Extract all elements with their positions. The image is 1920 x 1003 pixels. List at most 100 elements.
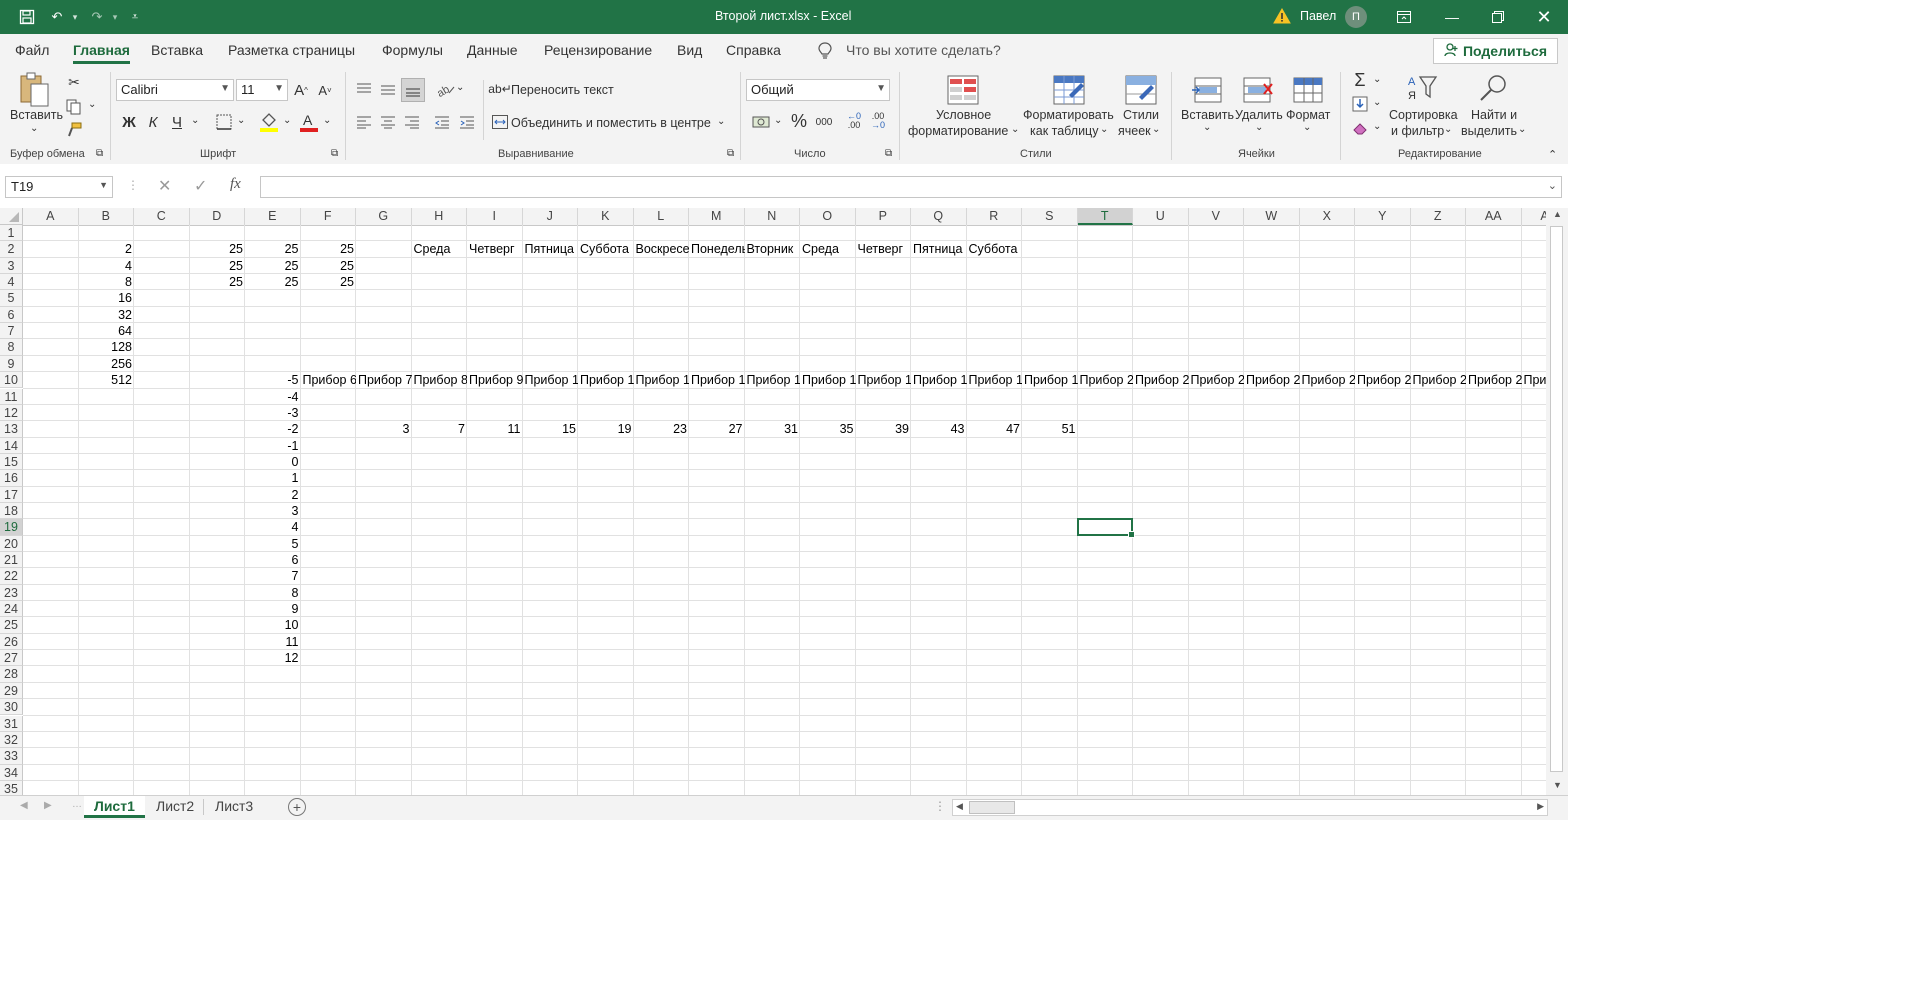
font-color-icon[interactable]: A xyxy=(298,110,320,134)
column-header-E[interactable]: E xyxy=(245,208,301,225)
cell-E18[interactable]: 3 xyxy=(245,503,301,519)
tab-split-handle[interactable]: ⋮ xyxy=(934,799,946,813)
decrease-font-icon[interactable]: A ˅ xyxy=(316,80,334,100)
row-header-19[interactable]: 19 xyxy=(0,519,23,536)
sheet-tab-2[interactable]: Лист2 xyxy=(146,796,204,818)
row-header-35[interactable]: 35 xyxy=(0,780,23,795)
autosum-dropdown-icon[interactable]: ⌄ xyxy=(1373,74,1381,85)
orientation-dropdown-icon[interactable]: ⌄ xyxy=(456,82,464,93)
column-header-J[interactable]: J xyxy=(523,208,578,225)
fill-color-dropdown-icon[interactable]: ⌄ xyxy=(283,115,291,126)
italic-button[interactable]: К xyxy=(144,112,162,132)
cell-S13[interactable]: 51 xyxy=(1022,421,1078,437)
cell-F2[interactable]: 25 xyxy=(301,241,357,257)
row-header-13[interactable]: 13 xyxy=(0,421,23,438)
align-right-icon[interactable] xyxy=(402,112,422,132)
cell-T10[interactable]: Прибор 20 xyxy=(1078,372,1134,388)
cell-E4[interactable]: 25 xyxy=(245,274,301,290)
increase-font-icon[interactable]: A ^ xyxy=(292,80,310,100)
tab-page-layout[interactable]: Разметка страницы xyxy=(228,42,355,58)
cell-P2[interactable]: Четверг xyxy=(856,241,912,257)
cell-M13[interactable]: 27 xyxy=(689,421,745,437)
cell-AA10[interactable]: Прибор 27 xyxy=(1466,372,1522,388)
fill-dropdown-icon[interactable]: ⌄ xyxy=(1373,97,1381,108)
cell-B3[interactable]: 4 xyxy=(79,258,135,274)
chevron-down-icon[interactable]: ⌄ xyxy=(1444,124,1452,135)
cell-I13[interactable]: 11 xyxy=(467,421,523,437)
cell-Q13[interactable]: 43 xyxy=(911,421,967,437)
cell-Y10[interactable]: Прибор 25 xyxy=(1355,372,1411,388)
cell-F10[interactable]: Прибор 6 xyxy=(301,372,357,388)
column-header-C[interactable]: C xyxy=(134,208,190,225)
row-header-12[interactable]: 12 xyxy=(0,404,23,422)
minimize-icon[interactable]: — xyxy=(1429,0,1475,34)
cell-E26[interactable]: 11 xyxy=(245,634,301,650)
formula-bar-resize-handle[interactable]: ⋮ xyxy=(127,178,139,192)
collapse-ribbon-icon[interactable]: ⌃ xyxy=(1548,148,1557,161)
format-cells-label[interactable]: Формат xyxy=(1286,108,1330,122)
tab-view[interactable]: Вид xyxy=(677,42,702,58)
confirm-entry-icon[interactable]: ✓ xyxy=(194,176,207,196)
cell-W10[interactable]: Прибор 23 xyxy=(1244,372,1300,388)
bold-button[interactable]: Ж xyxy=(120,112,138,132)
font-name-combo[interactable]: Calibri ▼ xyxy=(116,79,234,101)
column-header-G[interactable]: G xyxy=(356,208,412,225)
cell-S10[interactable]: Прибор 19 xyxy=(1022,372,1078,388)
chevron-down-icon[interactable]: ⌄ xyxy=(1303,122,1311,133)
cell-styles-label-2[interactable]: ячеек xyxy=(1118,124,1151,138)
insert-cells-label[interactable]: Вставить xyxy=(1181,108,1234,122)
cell-R13[interactable]: 47 xyxy=(967,421,1023,437)
align-bottom-icon[interactable] xyxy=(401,78,425,102)
cell-B5[interactable]: 16 xyxy=(79,290,135,306)
align-left-icon[interactable] xyxy=(354,112,374,132)
cell-E15[interactable]: 0 xyxy=(245,454,301,470)
comma-style-button[interactable]: 000 xyxy=(813,112,835,132)
next-sheet-icon[interactable]: ▶ xyxy=(44,800,52,811)
chevron-down-icon[interactable]: ⌄ xyxy=(1255,122,1263,133)
column-header-K[interactable]: K xyxy=(578,208,634,225)
row-header-14[interactable]: 14 xyxy=(0,437,23,454)
user-name[interactable]: Павел xyxy=(1300,9,1336,23)
row-header-34[interactable]: 34 xyxy=(0,764,23,781)
merge-center-icon[interactable] xyxy=(492,113,508,131)
cell-H2[interactable]: Среда xyxy=(412,241,468,257)
cell-E17[interactable]: 2 xyxy=(245,487,301,503)
number-launcher-icon[interactable]: ⧉ xyxy=(885,148,892,159)
column-header-X[interactable]: X xyxy=(1300,208,1355,225)
format-as-table-label[interactable]: Форматировать xyxy=(1023,108,1114,122)
tab-file[interactable]: Файл xyxy=(15,42,49,58)
avatar[interactable]: П xyxy=(1345,6,1367,28)
tab-review[interactable]: Рецензирование xyxy=(544,42,652,58)
column-header-L[interactable]: L xyxy=(634,208,689,225)
cell-O10[interactable]: Прибор 15 xyxy=(800,372,856,388)
share-button[interactable]: Поделиться xyxy=(1432,38,1558,64)
cell-L10[interactable]: Прибор 12 xyxy=(634,372,690,388)
cell-E14[interactable]: -1 xyxy=(245,438,301,454)
cell-styles-label[interactable]: Стили xyxy=(1123,108,1159,122)
insert-cells-icon[interactable] xyxy=(1190,74,1224,106)
tab-home[interactable]: Главная xyxy=(73,42,130,64)
customize-quick-access-icon[interactable]: ⩡ xyxy=(126,8,144,26)
paste-icon[interactable] xyxy=(16,72,52,108)
scroll-right-icon[interactable]: ▶ xyxy=(1537,801,1544,812)
cut-icon[interactable]: ✂ xyxy=(64,72,84,92)
worksheet-grid[interactable]: ABCDEFGHIJKLMNOPQRSTUVWXYZAAAB 123456789… xyxy=(0,208,1546,795)
chevron-down-icon[interactable]: ⌄ xyxy=(1203,122,1211,133)
column-header-R[interactable]: R xyxy=(967,208,1022,225)
scroll-left-icon[interactable]: ◀ xyxy=(956,801,963,812)
cell-B2[interactable]: 2 xyxy=(79,241,135,257)
wrap-text-button[interactable]: Переносить текст xyxy=(511,83,614,97)
add-sheet-icon[interactable]: + xyxy=(288,798,306,816)
row-header-16[interactable]: 16 xyxy=(0,470,23,487)
delete-cells-label[interactable]: Удалить xyxy=(1235,108,1283,122)
find-select-label[interactable]: Найти и xyxy=(1471,108,1517,122)
cell-E24[interactable]: 9 xyxy=(245,601,301,617)
redo-dropdown-icon[interactable]: ▾ xyxy=(106,8,124,26)
cell-E25[interactable]: 10 xyxy=(245,617,301,633)
sheet-options-icon[interactable]: … xyxy=(72,799,82,810)
sheet-tab-1[interactable]: Лист1 xyxy=(84,796,145,818)
horizontal-scrollbar[interactable]: ◀ ▶ xyxy=(952,799,1548,816)
cell-Z10[interactable]: Прибор 26 xyxy=(1411,372,1467,388)
cell-H10[interactable]: Прибор 8 xyxy=(412,372,468,388)
cell-K13[interactable]: 19 xyxy=(578,421,634,437)
